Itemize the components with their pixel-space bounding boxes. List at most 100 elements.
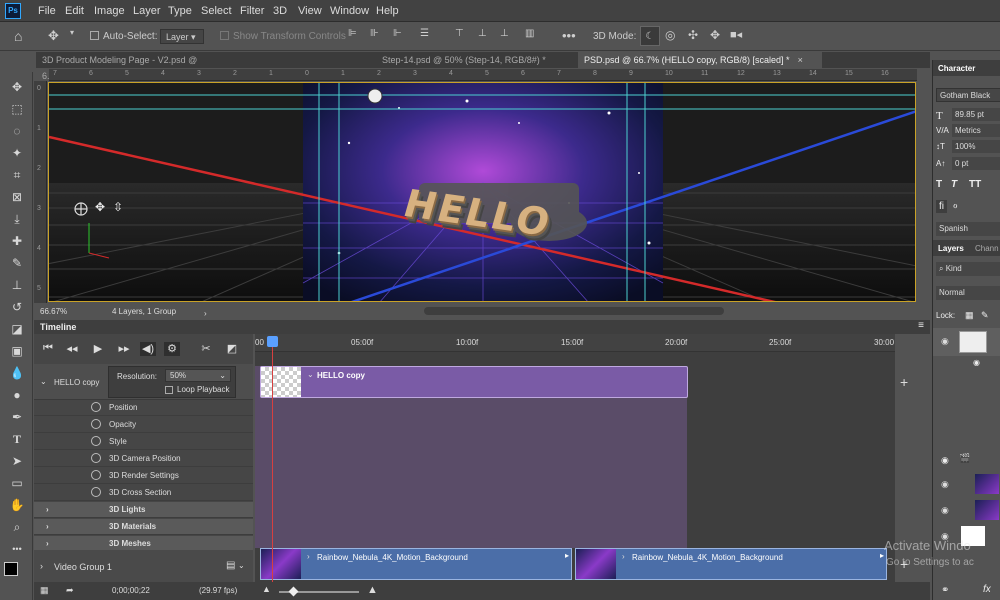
move-tool-icon[interactable]: ✥ xyxy=(8,78,26,96)
lock-pixels-icon[interactable]: ▦ xyxy=(965,310,974,321)
timeline-title[interactable]: Timeline xyxy=(40,322,76,332)
blur-tool-icon[interactable]: 💧 xyxy=(8,364,26,382)
layer-row-video-1[interactable]: ◉ xyxy=(933,472,1000,496)
pen-tool-icon[interactable]: ✒ xyxy=(8,408,26,426)
playhead-handle[interactable] xyxy=(267,336,278,347)
property-row[interactable]: 3D Camera Position xyxy=(34,451,253,467)
layer-track-hello-copy[interactable]: ⌄ HELLO copy Resolution: 50% ⌄ Loop Playb… xyxy=(34,364,253,400)
video-group-track[interactable]: › Video Group 1 ▤ ⌄ xyxy=(34,550,253,582)
path-selection-icon[interactable]: ➤ xyxy=(8,452,26,470)
zoom-slider-handle[interactable] xyxy=(288,586,299,597)
roll-3d-icon[interactable]: ◎ xyxy=(665,28,675,46)
type-tool-icon[interactable]: T xyxy=(8,430,26,448)
distribute-icon[interactable]: ☰ xyxy=(420,28,429,46)
split-scissors-icon[interactable]: ✂ xyxy=(198,342,214,356)
more-options-icon[interactable]: ••• xyxy=(562,28,576,46)
convert-frame-icon[interactable]: ▦ xyxy=(40,585,49,596)
magic-wand-icon[interactable]: ✦ xyxy=(8,144,26,162)
property-row[interactable]: 3D Render Settings xyxy=(34,468,253,484)
align-top-icon[interactable]: ⊤ xyxy=(455,28,464,46)
lasso-tool-icon[interactable]: ◌ xyxy=(8,122,26,140)
menu-edit[interactable]: Edit xyxy=(65,5,84,17)
render-video-icon[interactable]: ➦ xyxy=(66,585,74,596)
menu-image[interactable]: Image xyxy=(94,5,125,17)
timeline-tracks[interactable]: 00 05:00f 10:00f 15:00f 20:00f 25:00f 30… xyxy=(255,334,895,582)
property-row[interactable]: Opacity xyxy=(34,417,253,433)
frame-tool-icon[interactable]: ⊠ xyxy=(8,188,26,206)
chevron-right-icon[interactable]: › xyxy=(40,561,43,571)
close-icon[interactable]: × xyxy=(798,55,803,65)
play-icon[interactable]: ▶ xyxy=(90,342,106,356)
stopwatch-icon[interactable] xyxy=(91,436,101,446)
menu-3d[interactable]: 3D xyxy=(273,5,287,17)
group-row-3d-materials[interactable]: › 3D Materials xyxy=(34,519,253,535)
stopwatch-icon[interactable] xyxy=(91,487,101,497)
hand-tool-icon[interactable]: ✋ xyxy=(8,496,26,514)
menu-select[interactable]: Select xyxy=(201,5,232,17)
align-right-icon[interactable]: ⊩ xyxy=(393,28,402,46)
menu-type[interactable]: Type xyxy=(168,5,192,17)
chevron-down-icon[interactable]: ▾ xyxy=(70,28,74,46)
menu-view[interactable]: View xyxy=(298,5,322,17)
shape-tool-icon[interactable]: ▭ xyxy=(8,474,26,492)
stopwatch-icon[interactable] xyxy=(91,453,101,463)
drag-3d-icon[interactable]: ✣ xyxy=(688,28,698,46)
align-center-icon[interactable]: ⊪ xyxy=(370,28,379,46)
ordinal-icon[interactable]: ℴ xyxy=(953,200,958,211)
vertical-scale-field[interactable]: 100% xyxy=(952,140,1000,153)
chevron-right-icon[interactable]: › xyxy=(622,552,625,561)
blend-mode-dropdown[interactable]: Normal xyxy=(936,286,1000,300)
foreground-color-swatch[interactable] xyxy=(4,562,18,576)
chevron-right-icon[interactable]: › xyxy=(307,552,310,561)
eyedropper-icon[interactable]: ⤓ xyxy=(8,210,26,228)
property-row[interactable]: Style xyxy=(34,434,253,450)
tab-step-14[interactable]: Step-14.psd @ 50% (Step-14, RGB/8#) * xyxy=(376,52,566,68)
link-layers-icon[interactable]: ⚭ xyxy=(941,585,949,596)
chevron-down-icon[interactable]: ⌄ xyxy=(238,561,245,570)
fx-icon[interactable]: fx xyxy=(983,584,991,595)
gradient-tool-icon[interactable]: ▣ xyxy=(8,342,26,360)
go-to-first-frame-icon[interactable]: ⏮ xyxy=(40,342,56,356)
faux-italic-icon[interactable]: T xyxy=(951,179,957,190)
more-tools-icon[interactable]: ••• xyxy=(8,540,26,558)
layer-row-video-2[interactable]: ◉ xyxy=(933,498,1000,522)
language-dropdown[interactable]: Spanish xyxy=(936,222,1000,236)
playhead-line[interactable] xyxy=(272,336,273,582)
menu-window[interactable]: Window xyxy=(330,5,369,17)
property-row[interactable]: 3D Cross Section xyxy=(34,485,253,501)
loop-playback-checkbox[interactable] xyxy=(165,386,173,394)
film-strip-icon[interactable]: ▤ xyxy=(226,560,235,571)
show-transform-checkbox[interactable] xyxy=(220,31,229,40)
resolution-dropdown[interactable]: 50% ⌄ xyxy=(165,369,231,382)
tab-layers[interactable]: Layers xyxy=(938,244,964,253)
orbit-3d-icon[interactable]: ☾ xyxy=(640,26,660,46)
layer-row-hello[interactable]: ◉ xyxy=(933,328,1000,356)
visibility-eye-icon[interactable]: ◉ xyxy=(941,336,949,347)
auto-select-checkbox[interactable] xyxy=(90,31,99,40)
marquee-tool-icon[interactable]: ⬚ xyxy=(8,100,26,118)
chevron-right-icon[interactable]: › xyxy=(46,522,49,531)
chevron-right-icon[interactable]: › xyxy=(46,539,49,548)
eraser-tool-icon[interactable]: ◪ xyxy=(8,320,26,338)
status-arrow-icon[interactable]: › xyxy=(204,309,207,318)
clip-hello-copy[interactable]: ⌄ HELLO copy xyxy=(260,366,688,398)
stamp-tool-icon[interactable]: ⊥ xyxy=(8,276,26,294)
chevron-right-icon[interactable]: › xyxy=(46,505,49,514)
font-size-field[interactable]: 89.85 pt xyxy=(952,108,1000,121)
font-family-dropdown[interactable]: Gotham Black xyxy=(936,88,1000,102)
healing-brush-icon[interactable]: ✚ xyxy=(8,232,26,250)
panel-menu-icon[interactable]: ≡ xyxy=(918,320,924,331)
zoom-level[interactable]: 66.67% xyxy=(40,307,67,316)
align-middle-icon[interactable]: ⊥ xyxy=(478,28,487,46)
camera-3d-icon[interactable]: ■◂ xyxy=(730,28,742,46)
audio-icon[interactable]: ◀) xyxy=(140,342,156,356)
timeline-ruler[interactable]: 00 05:00f 10:00f 15:00f 20:00f 25:00f 30… xyxy=(255,334,895,352)
next-frame-icon[interactable]: ▸▸ xyxy=(116,342,132,356)
transition-icon[interactable]: ◩ xyxy=(224,342,240,356)
faux-bold-icon[interactable]: T xyxy=(936,179,942,190)
history-brush-icon[interactable]: ↺ xyxy=(8,298,26,316)
baseline-shift-field[interactable]: 0 pt xyxy=(952,157,1000,170)
menu-help[interactable]: Help xyxy=(376,5,399,17)
property-row[interactable]: Position xyxy=(34,400,253,416)
chevron-down-icon[interactable]: ⌄ xyxy=(307,370,314,379)
